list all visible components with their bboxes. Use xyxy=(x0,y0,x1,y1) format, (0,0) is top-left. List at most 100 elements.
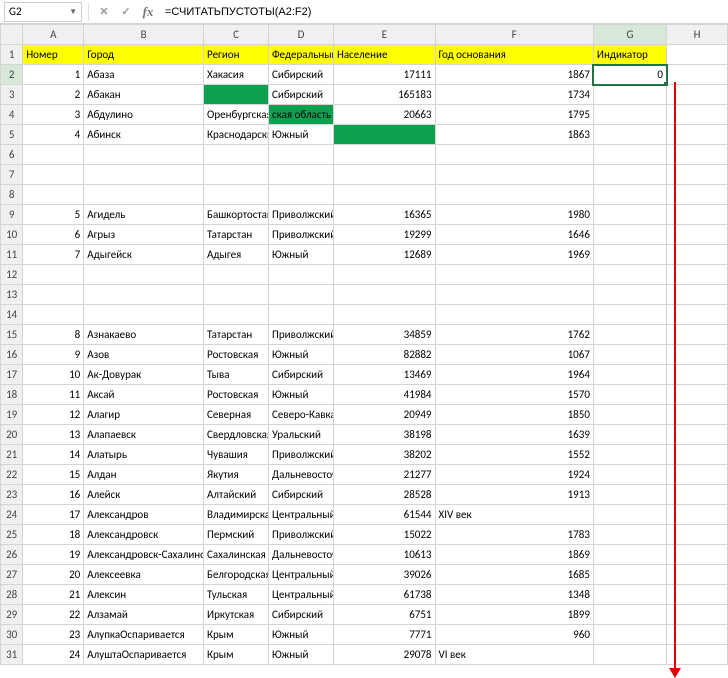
cell-num[interactable]: 24 xyxy=(23,645,84,665)
cell[interactable] xyxy=(84,285,204,305)
row-header[interactable]: 1 xyxy=(1,45,23,65)
cell-num[interactable]: 23 xyxy=(23,625,84,645)
cell-indicator[interactable] xyxy=(593,405,666,425)
cell-region[interactable]: Северная xyxy=(204,405,269,425)
col-header-H[interactable]: H xyxy=(667,25,728,45)
cell[interactable] xyxy=(667,45,728,65)
cell-year[interactable]: 1552 xyxy=(435,445,593,465)
row-header[interactable]: 26 xyxy=(1,545,23,565)
cell-region[interactable]: Якутия xyxy=(204,465,269,485)
cell-indicator[interactable] xyxy=(593,125,666,145)
cell[interactable] xyxy=(269,265,334,285)
cell-indicator[interactable] xyxy=(593,565,666,585)
cell-pop[interactable]: 20949 xyxy=(333,405,435,425)
header-cell-C[interactable]: Регион xyxy=(204,45,269,65)
cell-region[interactable]: Тыва xyxy=(204,365,269,385)
cell-num[interactable]: 6 xyxy=(23,225,84,245)
col-header-F[interactable]: F xyxy=(435,25,593,45)
cell[interactable] xyxy=(204,305,269,325)
cell-year[interactable]: 1964 xyxy=(435,365,593,385)
cell-city[interactable]: Азнакаево xyxy=(84,325,204,345)
header-cell-G[interactable]: Индикатор xyxy=(593,45,666,65)
row-header[interactable]: 23 xyxy=(1,485,23,505)
cell[interactable] xyxy=(435,165,593,185)
cell-pop[interactable]: 39026 xyxy=(333,565,435,585)
header-cell-D[interactable]: Федеральный xyxy=(269,45,334,65)
cell-pop[interactable]: 16365 xyxy=(333,205,435,225)
cell-year[interactable]: 1980 xyxy=(435,205,593,225)
cell-indicator[interactable] xyxy=(593,605,666,625)
row-header[interactable]: 7 xyxy=(1,165,23,185)
cell-region[interactable]: Татарстан xyxy=(204,225,269,245)
cell[interactable] xyxy=(23,285,84,305)
cell-indicator[interactable] xyxy=(593,345,666,365)
row-header[interactable]: 24 xyxy=(1,505,23,525)
cell-indicator[interactable]: 0 xyxy=(593,65,666,85)
cell[interactable] xyxy=(23,165,84,185)
cell[interactable] xyxy=(269,145,334,165)
cell-indicator[interactable] xyxy=(593,105,666,125)
cell-pop[interactable]: 17111 xyxy=(333,65,435,85)
col-header-D[interactable]: D xyxy=(269,25,334,45)
cell-city[interactable]: Алдан xyxy=(84,465,204,485)
cell-city[interactable]: Абакан xyxy=(84,85,204,105)
row-header[interactable]: 22 xyxy=(1,465,23,485)
row-header[interactable]: 31 xyxy=(1,645,23,665)
cell-year[interactable]: 1869 xyxy=(435,545,593,565)
cell-fed[interactable]: Центральный xyxy=(269,565,334,585)
cell-fed[interactable]: Приволжский xyxy=(269,525,334,545)
cell-year[interactable]: 960 xyxy=(435,625,593,645)
cell-region[interactable]: Владимирская xyxy=(204,505,269,525)
cell-year[interactable]: 1348 xyxy=(435,585,593,605)
cell-indicator[interactable] xyxy=(593,225,666,245)
row-header[interactable]: 25 xyxy=(1,525,23,545)
cell-pop[interactable] xyxy=(333,125,435,145)
cell-region[interactable]: Белгородская xyxy=(204,565,269,585)
cell-num[interactable]: 13 xyxy=(23,425,84,445)
cell[interactable] xyxy=(269,165,334,185)
row-header[interactable]: 16 xyxy=(1,345,23,365)
cell-indicator[interactable] xyxy=(593,465,666,485)
cell-pop[interactable]: 61738 xyxy=(333,585,435,605)
cell-year[interactable]: 1863 xyxy=(435,125,593,145)
cell-num[interactable]: 22 xyxy=(23,605,84,625)
cell-pop[interactable]: 19299 xyxy=(333,225,435,245)
cell-year[interactable]: 1685 xyxy=(435,565,593,585)
row-header[interactable]: 9 xyxy=(1,205,23,225)
cell-num[interactable]: 4 xyxy=(23,125,84,145)
row-header[interactable]: 5 xyxy=(1,125,23,145)
cell-region[interactable]: Татарстан xyxy=(204,325,269,345)
cell-city[interactable]: Алексин xyxy=(84,585,204,605)
cell-fed[interactable]: Сибирский xyxy=(269,85,334,105)
cell[interactable] xyxy=(269,285,334,305)
cell-num[interactable]: 19 xyxy=(23,545,84,565)
cell-city[interactable]: Алзамай xyxy=(84,605,204,625)
cell[interactable] xyxy=(435,145,593,165)
cell-pop[interactable]: 6751 xyxy=(333,605,435,625)
cell-region[interactable]: Башкортостан xyxy=(204,205,269,225)
cell-pop[interactable]: 12689 xyxy=(333,245,435,265)
cell-city[interactable]: Абинск xyxy=(84,125,204,145)
cell[interactable] xyxy=(204,265,269,285)
cell-region[interactable]: Оренбургская xyxy=(204,105,269,125)
header-cell-B[interactable]: Город xyxy=(84,45,204,65)
cell[interactable] xyxy=(204,285,269,305)
cell-fed[interactable]: Центральный xyxy=(269,585,334,605)
cell[interactable] xyxy=(333,145,435,165)
cell-fed[interactable]: Приволжский xyxy=(269,225,334,245)
cell[interactable] xyxy=(333,285,435,305)
cell-pop[interactable]: 82882 xyxy=(333,345,435,365)
cell[interactable] xyxy=(593,145,666,165)
row-header[interactable]: 21 xyxy=(1,445,23,465)
cell-city[interactable]: Азов xyxy=(84,345,204,365)
cell[interactable] xyxy=(84,145,204,165)
cell-city[interactable]: Абаза xyxy=(84,65,204,85)
cell-city[interactable]: Алейск xyxy=(84,485,204,505)
cell-indicator[interactable] xyxy=(593,425,666,445)
cell-fed[interactable]: Северо-Кавказский xyxy=(269,405,334,425)
cell[interactable] xyxy=(333,165,435,185)
cell-fed[interactable]: Центральный xyxy=(269,505,334,525)
row-header[interactable]: 12 xyxy=(1,265,23,285)
cell-num[interactable]: 11 xyxy=(23,385,84,405)
cell-city[interactable]: Александровск xyxy=(84,525,204,545)
